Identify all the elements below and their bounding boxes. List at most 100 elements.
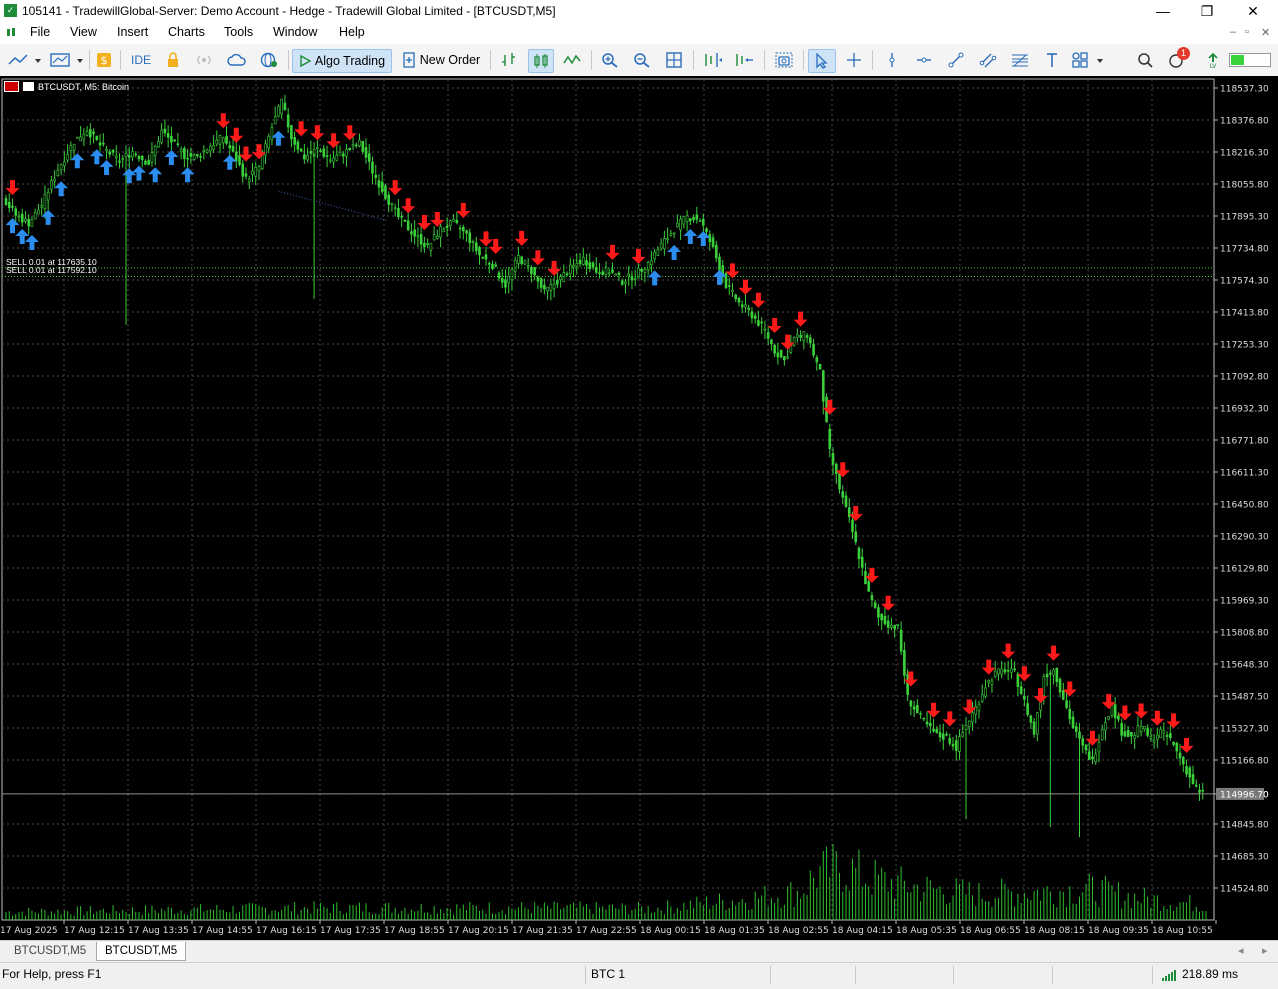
menu-insert[interactable]: Insert <box>117 25 148 39</box>
y-tick-label: 116932.30 <box>1220 405 1269 415</box>
candle-body <box>737 297 741 303</box>
buy-arrow-icon <box>5 218 20 234</box>
vps-button[interactable] <box>224 49 250 71</box>
ide-button[interactable]: IDE <box>126 49 156 71</box>
status-profile[interactable]: BTC 1 <box>591 967 625 981</box>
candle-body <box>611 269 614 273</box>
y-tick-label: 114524.80 <box>1220 885 1269 895</box>
candle-body <box>523 260 527 265</box>
candle-body <box>89 129 92 138</box>
sell-arrow-icon <box>388 180 403 196</box>
menu-view[interactable]: View <box>70 25 97 39</box>
market-button[interactable] <box>256 49 282 71</box>
candle-body <box>1065 700 1068 708</box>
mdi-minimize-button[interactable]: – <box>1230 26 1236 38</box>
zoom-out-button[interactable] <box>630 49 654 71</box>
candle-body <box>439 226 442 238</box>
zoom-in-button[interactable] <box>598 49 622 71</box>
screenshot-button[interactable] <box>772 49 796 71</box>
candle-body <box>403 219 407 222</box>
close-button[interactable]: ✕ <box>1230 0 1276 22</box>
candle-body <box>377 180 381 188</box>
menu-window[interactable]: Window <box>273 25 317 39</box>
x-tick-label: 18 Aug 08:15 <box>1024 926 1085 936</box>
algo-trading-button[interactable]: Algo Trading <box>292 49 392 73</box>
x-tick-label: 18 Aug 01:35 <box>704 926 765 936</box>
tab-chart-2[interactable]: BTCUSDT,M5 <box>96 942 187 961</box>
connection-button[interactable]: LV <box>1202 49 1224 71</box>
trendline-button[interactable] <box>944 49 968 71</box>
candle-body <box>799 335 802 338</box>
candle-body <box>1045 673 1049 678</box>
signals-button[interactable] <box>192 49 216 71</box>
candle-body <box>734 294 738 300</box>
bar-chart-button[interactable] <box>497 49 521 71</box>
y-tick-label: 117734.80 <box>1220 245 1269 255</box>
fibonacci-button[interactable] <box>1008 49 1032 71</box>
menu-help[interactable]: Help <box>339 25 365 39</box>
sell-arrow-icon <box>780 334 795 350</box>
restore-button[interactable]: ❐ <box>1184 0 1230 22</box>
camera-icon <box>775 52 793 68</box>
mdi-close-button[interactable]: ✕ <box>1261 26 1270 39</box>
candle-body <box>63 161 66 167</box>
notifications-button[interactable]: 1 <box>1164 47 1190 71</box>
candle-body <box>53 178 56 182</box>
candle-body <box>695 214 699 220</box>
y-tick-label: 115808.80 <box>1220 629 1269 639</box>
vertical-line-button[interactable] <box>880 49 904 71</box>
lock-button[interactable] <box>162 49 184 71</box>
connection-icon: LV <box>1208 52 1218 69</box>
tab-chart-1[interactable]: BTCUSDT,M5 <box>6 942 94 960</box>
candle-body <box>354 144 358 147</box>
shapes-button[interactable] <box>1070 49 1106 71</box>
candlestick-chart-button[interactable] <box>528 49 554 73</box>
candle-body <box>338 151 342 156</box>
candle-body <box>1169 733 1172 738</box>
sell-arrow-icon <box>1179 738 1194 754</box>
y-tick-label: 115327.30 <box>1220 725 1269 735</box>
menu-tools[interactable]: Tools <box>224 25 253 39</box>
candle-body <box>1006 669 1010 672</box>
horizontal-line-button[interactable] <box>912 49 936 71</box>
trend-line <box>278 190 389 222</box>
sell-arrow-icon <box>1150 710 1165 726</box>
menu-charts[interactable]: Charts <box>168 25 205 39</box>
search-button[interactable] <box>1134 49 1156 71</box>
auto-scroll-button[interactable] <box>732 49 756 71</box>
bars-icon <box>502 53 515 66</box>
minimize-button[interactable]: — <box>1140 0 1186 22</box>
crosshair-button[interactable] <box>842 49 866 71</box>
candle-body <box>941 733 945 740</box>
candle-body <box>423 242 426 248</box>
mdi-restore-button[interactable]: ▫ <box>1245 26 1249 38</box>
chart-window-icon[interactable] <box>6 27 17 38</box>
play-icon <box>300 54 311 68</box>
profiles-button[interactable] <box>48 49 86 71</box>
chart-window[interactable]: 118537.30 118376.80 118216.30 118055.80 1178… <box>0 76 1278 940</box>
buy-arrow-icon <box>696 231 711 247</box>
candle-body <box>802 331 806 341</box>
candle-body <box>724 273 728 289</box>
market-watch-button[interactable]: $ <box>94 49 114 71</box>
tile-windows-button[interactable] <box>662 49 686 71</box>
lock-icon <box>168 52 178 67</box>
channel-button[interactable] <box>976 49 1000 71</box>
candle-body <box>1130 732 1133 737</box>
one-click-icon[interactable] <box>23 82 34 91</box>
x-tick-label: 18 Aug 10:55 <box>1152 926 1213 936</box>
candle-body <box>238 155 241 165</box>
new-chart-button[interactable] <box>6 49 44 71</box>
menu-file[interactable]: File <box>30 25 50 39</box>
cursor-button[interactable] <box>808 49 836 73</box>
tab-scroll-right-icon[interactable]: ▸ <box>1262 944 1268 957</box>
text-tool-button[interactable] <box>1040 49 1064 71</box>
candle-body <box>1117 715 1120 720</box>
new-order-button[interactable]: New Order <box>398 49 484 71</box>
candle-body <box>689 218 692 222</box>
price-chart[interactable]: 118537.30 118376.80 118216.30 118055.80 1178… <box>0 76 1278 940</box>
line-type-button[interactable] <box>560 49 584 71</box>
chart-shift-button[interactable] <box>700 49 724 71</box>
candle-body <box>766 332 770 339</box>
tab-scroll-left-icon[interactable]: ◂ <box>1238 944 1244 957</box>
